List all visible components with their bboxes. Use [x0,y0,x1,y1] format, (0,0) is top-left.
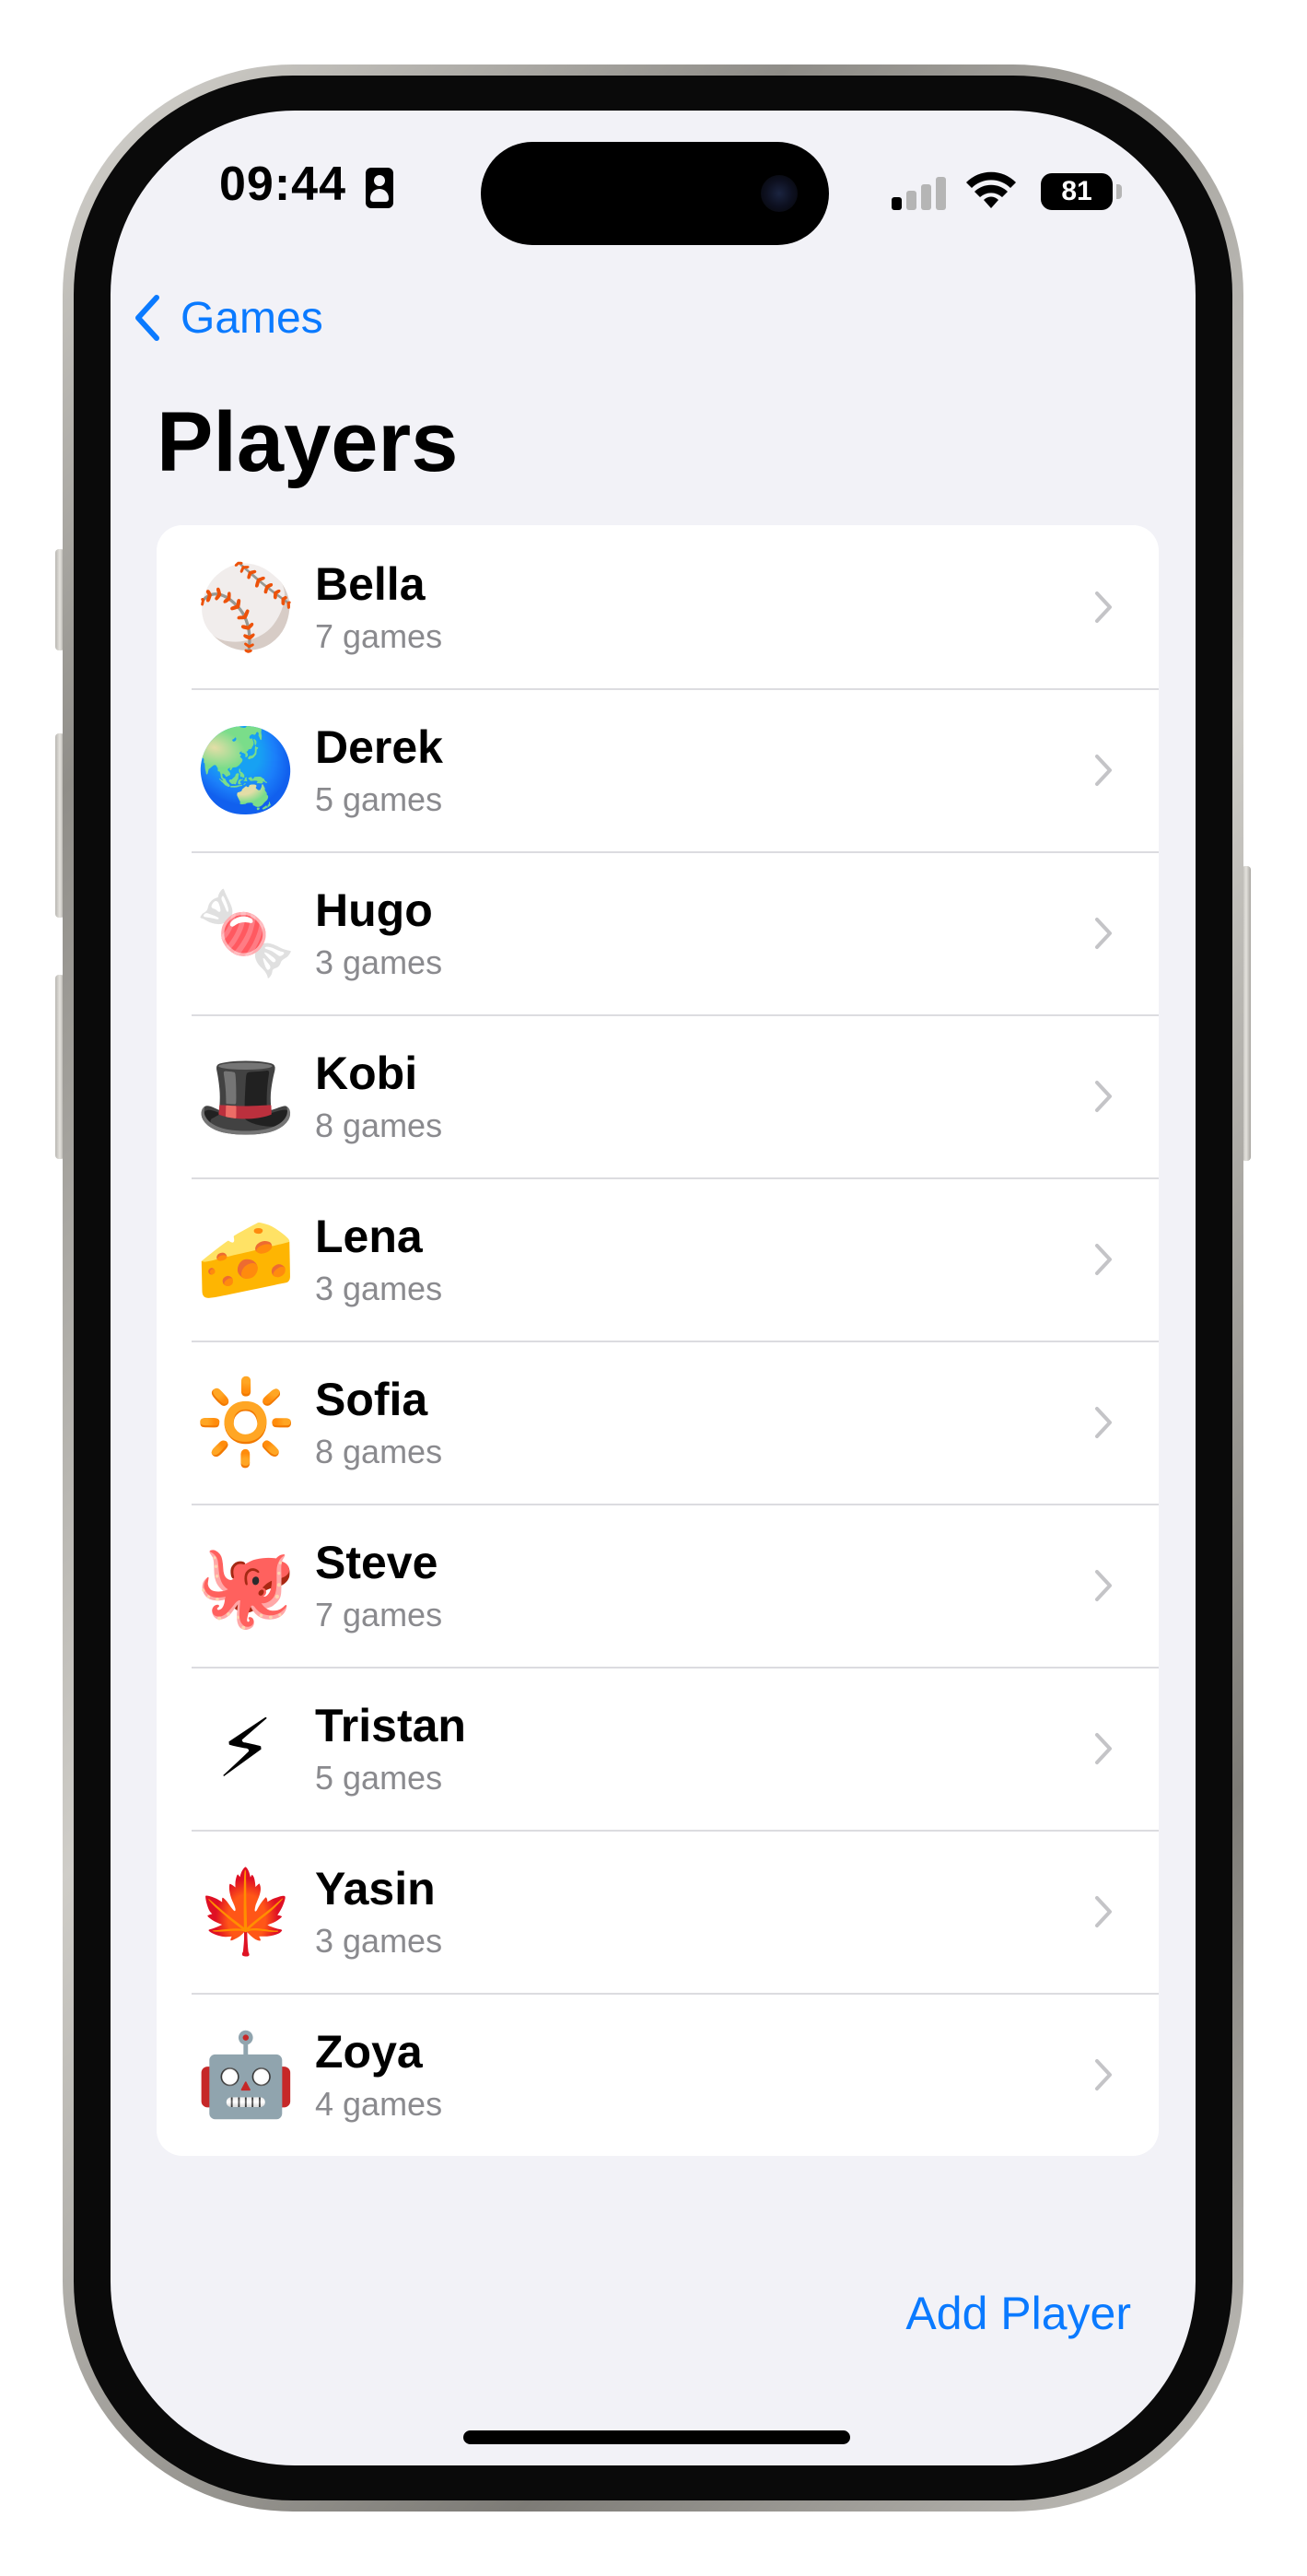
player-games-count: 7 games [315,1595,443,1633]
chevron-right-icon [1095,917,1112,949]
player-games-count: 7 games [315,616,443,655]
player-name: Steve [315,1536,438,1588]
chevron-right-icon [1095,754,1112,786]
player-row-kobi[interactable]: 🎩 Kobi 8 games [157,1014,1159,1177]
player-row-bella[interactable]: ⚾ Bella 7 games [157,525,1159,688]
player-games-count: 4 games [315,2084,443,2123]
player-name: Lena [315,1210,423,1262]
page-title: Players [157,395,459,489]
player-row-steve[interactable]: 🐙 Steve 7 games [157,1504,1159,1667]
player-name: Bella [315,557,426,610]
player-name: Tristan [315,1699,466,1751]
back-button[interactable]: Games [134,286,323,350]
battery-icon: 81 [1041,173,1113,210]
player-games-count: 3 games [315,1269,443,1307]
focus-person-icon [366,168,393,208]
player-avatar-lightning-icon: ⚡ [216,1702,274,1794]
player-row-zoya[interactable]: 🤖 Zoya 4 games [157,1993,1159,2156]
player-avatar-cheese-icon: 🧀 [195,1212,297,1305]
player-name: Zoya [315,2025,423,2078]
chevron-right-icon [1095,591,1112,623]
player-games-count: 5 games [315,1758,443,1797]
player-name: Sofia [315,1373,428,1425]
player-info: Zoya 4 games [315,2024,1094,2125]
player-avatar-octopus-icon: 🐙 [195,1539,297,1631]
player-row-derek[interactable]: 🌏 Derek 5 games [157,688,1159,851]
chevron-right-icon [1095,1569,1112,1601]
player-name: Hugo [315,884,433,936]
player-avatar-baseball-icon: ⚾ [195,560,297,652]
player-info: Hugo 3 games [315,883,1094,984]
cellular-signal-icon [892,177,949,210]
status-time: 09:44 [219,158,346,211]
screen: 09:44 81 Games Players ⚾ Bella 7 games 🌏… [111,111,1196,2465]
player-avatar-sun-icon: 🔆 [195,1376,297,1468]
camera-icon [761,175,798,212]
player-games-count: 8 games [315,1432,443,1470]
player-name: Derek [315,720,443,773]
player-games-count: 3 games [315,943,443,981]
chevron-right-icon [1095,1243,1112,1275]
chevron-right-icon [1095,2058,1112,2090]
player-avatar-top-hat-icon: 🎩 [195,1049,297,1142]
dynamic-island [481,142,829,245]
battery-cap [1116,184,1122,199]
player-row-tristan[interactable]: ⚡ Tristan 5 games [157,1667,1159,1830]
player-avatar-robot-icon: 🤖 [195,2028,297,2120]
wifi-icon [966,171,1016,208]
player-info: Sofia 8 games [315,1372,1094,1473]
player-info: Steve 7 games [315,1535,1094,1636]
player-info: Kobi 8 games [315,1046,1094,1147]
back-button-label: Games [181,293,323,343]
player-avatar-candy-icon: 🍬 [195,886,297,978]
player-info: Derek 5 games [315,720,1094,821]
player-info: Bella 7 games [315,556,1094,658]
player-row-lena[interactable]: 🧀 Lena 3 games [157,1177,1159,1341]
player-name: Yasin [315,1862,436,1914]
player-avatar-globe-icon: 🌏 [195,723,297,815]
chevron-right-icon [1095,1895,1112,1927]
player-info: Tristan 5 games [315,1698,1094,1799]
player-row-hugo[interactable]: 🍬 Hugo 3 games [157,851,1159,1014]
player-info: Lena 3 games [315,1209,1094,1310]
player-games-count: 8 games [315,1106,443,1144]
player-info: Yasin 3 games [315,1861,1094,1962]
player-name: Kobi [315,1047,418,1099]
chevron-right-icon [1095,1406,1112,1438]
player-games-count: 5 games [315,779,443,818]
chevron-right-icon [1095,1080,1112,1112]
chevron-right-icon [1095,1732,1112,1764]
player-games-count: 3 games [315,1921,443,1960]
chevron-left-icon [135,295,159,341]
add-player-button[interactable]: Add Player [905,2287,1131,2340]
home-indicator[interactable] [463,2430,850,2444]
player-avatar-maple-leaf-icon: 🍁 [195,1865,297,1957]
player-row-sofia[interactable]: 🔆 Sofia 8 games [157,1341,1159,1504]
player-row-yasin[interactable]: 🍁 Yasin 3 games [157,1830,1159,1993]
players-list: ⚾ Bella 7 games 🌏 Derek 5 games 🍬 Hugo 3… [157,525,1159,2156]
